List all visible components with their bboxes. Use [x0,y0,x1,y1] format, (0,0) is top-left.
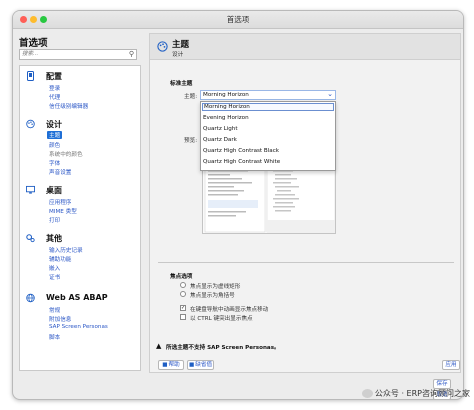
help-button-label: 帮助 [168,362,180,368]
sidebar-group-desktop: 桌面 应用程序 MIME 类型 打印 [20,184,140,226]
animate-focus-checkbox[interactable]: ✓ [180,305,186,311]
sidebar-item-certificates[interactable]: 证书 [49,273,60,281]
theme-option[interactable]: Quartz High Contrast White [203,159,280,165]
sidebar-group-config: 配置 登录 代理 信任级别编辑器 [20,70,140,112]
search-input[interactable]: 搜索... ⚲ [19,49,137,60]
theme-option[interactable]: Morning Horizon [202,103,334,111]
sidebar-item-additional-info[interactable]: 附加信息 [49,315,71,323]
sidebar-item-trust-editor[interactable]: 信任级别编辑器 [49,102,88,110]
sidebar-item-embed[interactable]: 嵌入 [49,264,60,272]
defaults-button[interactable]: ■缺省值 [187,360,214,370]
standard-theme-section-label: 标准主题 [170,81,193,87]
ctrl-highlight-label: 以 CTRL 键突出显示焦点 [190,316,253,322]
sidebar-item-input-history[interactable]: 输入历史记录 [49,246,83,254]
theme-select-value: Morning Horizon [203,92,249,98]
sidebar-item-system-colors[interactable]: 系统中的颜色 [49,150,83,158]
warning-icon: ▲ [156,342,162,350]
personas-warning: 所选主题不支持 SAP Screen Personas。 [166,345,280,351]
gears-icon [26,234,35,243]
watermark-text: 公众号 · ERP咨询顾问之家 [374,389,470,398]
sidebar-item-applications[interactable]: 应用程序 [49,198,71,206]
phone-icon [27,71,34,81]
watermark: 公众号 · ERP咨询顾问之家 [361,388,470,399]
sidebar-item-mime-types[interactable]: MIME 类型 [49,207,77,215]
theme-panel: 主题 设计 标准主题 主题: Morning Horizon ⌄ Morning… [149,33,461,373]
focus-dotted-radio[interactable] [180,282,186,288]
search-placeholder: 搜索... [22,51,39,57]
apply-button[interactable]: 应用 [442,360,460,370]
group-title-desktop: 桌面 [46,186,62,195]
divider [158,262,454,263]
panel-header: 主题 设计 [150,34,460,60]
preferences-window: 首选项 首选项 搜索... ⚲ 配置 登录 代理 信任级别编辑器 设计 主题 颜… [12,10,464,400]
sidebar-item-proxy[interactable]: 代理 [49,93,60,101]
sidebar-item-accessibility[interactable]: 辅助功能 [49,255,71,263]
panel-title: 主题 [172,40,190,50]
sidebar-item-fonts[interactable]: 字体 [49,159,60,167]
preview-label: 预览: [184,138,198,144]
help-icon: ■ [162,362,168,368]
sidebar-item-general[interactable]: 常规 [49,306,60,314]
sidebar-item-sound[interactable]: 声音设置 [49,168,71,176]
reset-icon: ■ [188,362,195,368]
group-title-design: 设计 [46,120,62,129]
palette-icon [26,119,35,129]
focus-brackets-label: 焦点显示为角括号 [190,293,235,299]
chevron-down-icon: ⌄ [327,90,333,98]
sidebar-item-login[interactable]: 登录 [49,84,60,92]
sidebar-title: 首选项 [19,38,48,49]
sidebar-group-web-as-abap: Web AS ABAP 常规 附加信息 SAP Screen Personas … [20,292,140,344]
group-title-other: 其他 [46,234,62,243]
monitor-icon [26,185,35,194]
sidebar-group-design: 设计 主题 颜色 系统中的颜色 字体 声音设置 [20,118,140,178]
ctrl-highlight-checkbox[interactable] [180,314,186,320]
sidebar-item-theme[interactable]: 主题 [47,131,63,139]
theme-dropdown-list: Morning Horizon Evening Horizon Quartz L… [200,101,336,171]
sidebar-tree: 配置 登录 代理 信任级别编辑器 设计 主题 颜色 系统中的颜色 字体 声音设置… [19,65,141,371]
title-bar: 首选项 [13,11,463,29]
help-button[interactable]: ■帮助 [158,360,184,370]
theme-option[interactable]: Evening Horizon [203,115,249,121]
group-title-config: 配置 [46,72,62,81]
apply-button-label: 应用 [445,362,457,368]
sidebar: 首选项 搜索... ⚲ 配置 登录 代理 信任级别编辑器 设计 主题 颜色 系统… [17,33,145,373]
palette-icon [157,41,168,52]
sidebar-item-sap-screen-personas[interactable]: SAP Screen Personas [49,324,108,330]
theme-label: 主题: [184,94,198,100]
focus-options-section-label: 焦点选项 [170,274,193,280]
wechat-icon [361,389,373,398]
theme-option[interactable]: Quartz High Contrast Black [203,148,279,154]
group-title-web-as-abap: Web AS ABAP [46,293,108,302]
focus-brackets-radio[interactable] [180,291,186,297]
theme-select[interactable]: Morning Horizon ⌄ [200,90,336,100]
sidebar-group-other: 其他 输入历史记录 辅助功能 嵌入 证书 [20,232,140,284]
theme-option[interactable]: Quartz Light [203,126,238,132]
search-icon[interactable]: ⚲ [129,50,134,59]
sidebar-item-print[interactable]: 打印 [49,216,60,224]
save-button-label: 保存 [436,381,448,387]
globe-icon [26,293,35,303]
sidebar-item-script[interactable]: 脚本 [49,333,60,341]
theme-option[interactable]: Quartz Dark [203,137,237,143]
defaults-button-label: 缺省值 [195,362,213,368]
window-title: 首选项 [226,15,250,24]
sidebar-item-colors[interactable]: 颜色 [49,141,60,149]
focus-dotted-label: 焦点显示为虚线矩形 [190,284,241,290]
animate-focus-label: 在键盘导航中动画显示焦点移动 [190,307,269,313]
panel-subtitle: 设计 [172,52,184,58]
